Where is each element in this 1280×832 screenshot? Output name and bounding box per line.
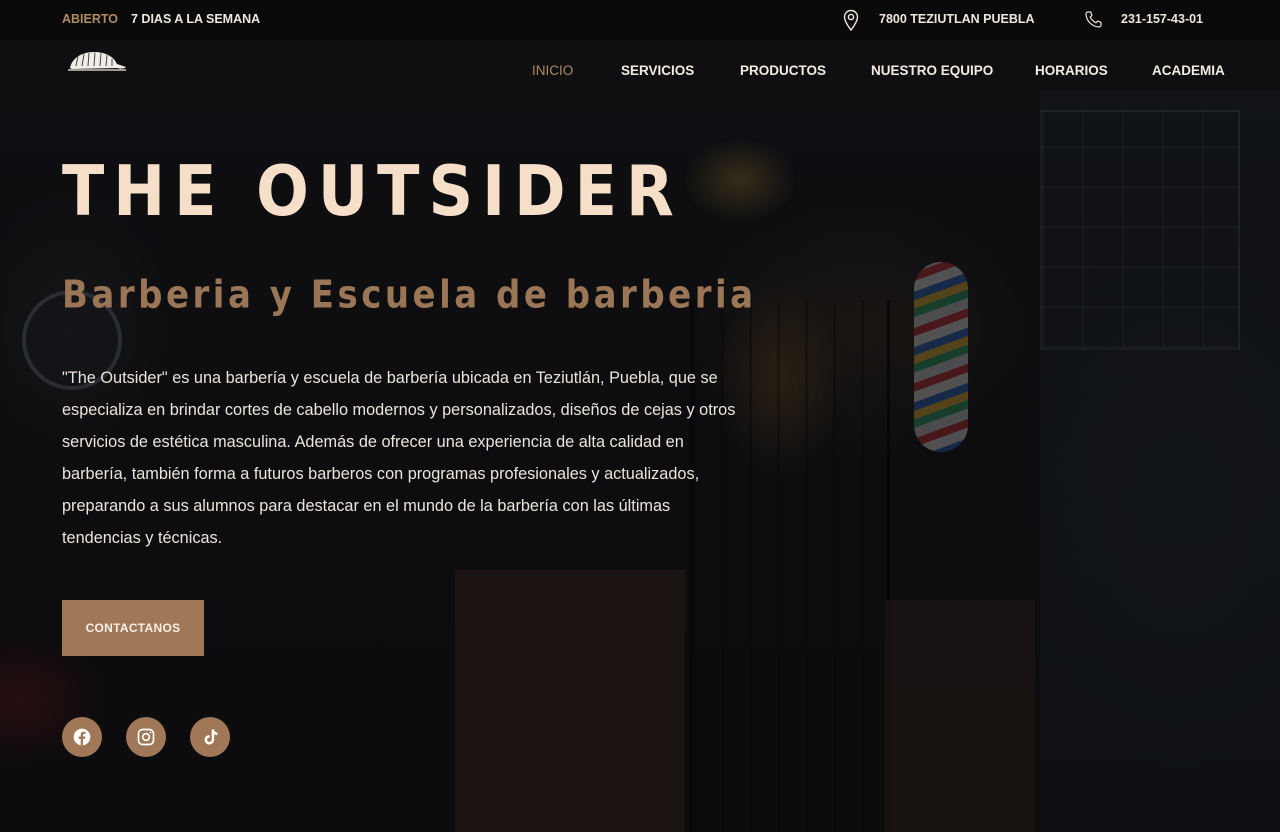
hero-title: THE OUTSIDER (62, 150, 683, 232)
nav-item-productos[interactable]: PRODUCTOS (740, 63, 826, 78)
map-pin-icon (843, 9, 859, 31)
nav-item-academia[interactable]: ACADEMIA (1152, 63, 1225, 78)
armadillo-logo-icon[interactable] (66, 48, 128, 74)
open-status-label: ABIERTO (62, 12, 119, 26)
phone-icon (1085, 11, 1102, 28)
instagram-link[interactable] (126, 717, 166, 757)
nav-item-servicios[interactable]: SERVICIOS (621, 63, 694, 78)
top-info-bar: ABIERTO 7 DIAS A LA SEMANA 7800 TEZIUTLA… (0, 0, 1280, 40)
contact-button[interactable]: CONTACTANOS (62, 600, 204, 656)
open-days-label: 7 DIAS A LA SEMANA (131, 12, 261, 26)
nav-item-horarios[interactable]: HORARIOS (1035, 63, 1108, 78)
tiktok-link[interactable] (190, 717, 230, 757)
phone-number-link[interactable]: 231-157-43-01 (1121, 12, 1203, 26)
tiktok-icon (204, 729, 218, 745)
nav-item-nuestro-equipo[interactable]: NUESTRO EQUIPO (871, 63, 993, 78)
instagram-icon (137, 728, 155, 746)
hero-subtitle: Barberia y Escuela de barberia (62, 273, 757, 318)
address-text[interactable]: 7800 TEZIUTLAN PUEBLA (879, 12, 1035, 26)
nav-item-inicio[interactable]: INICIO (532, 63, 573, 78)
facebook-link[interactable] (62, 717, 102, 757)
hero-description: "The Outsider" es una barbería y escuela… (62, 369, 736, 547)
facebook-icon (73, 728, 91, 746)
page: ABIERTO 7 DIAS A LA SEMANA 7800 TEZIUTLA… (0, 0, 1280, 832)
